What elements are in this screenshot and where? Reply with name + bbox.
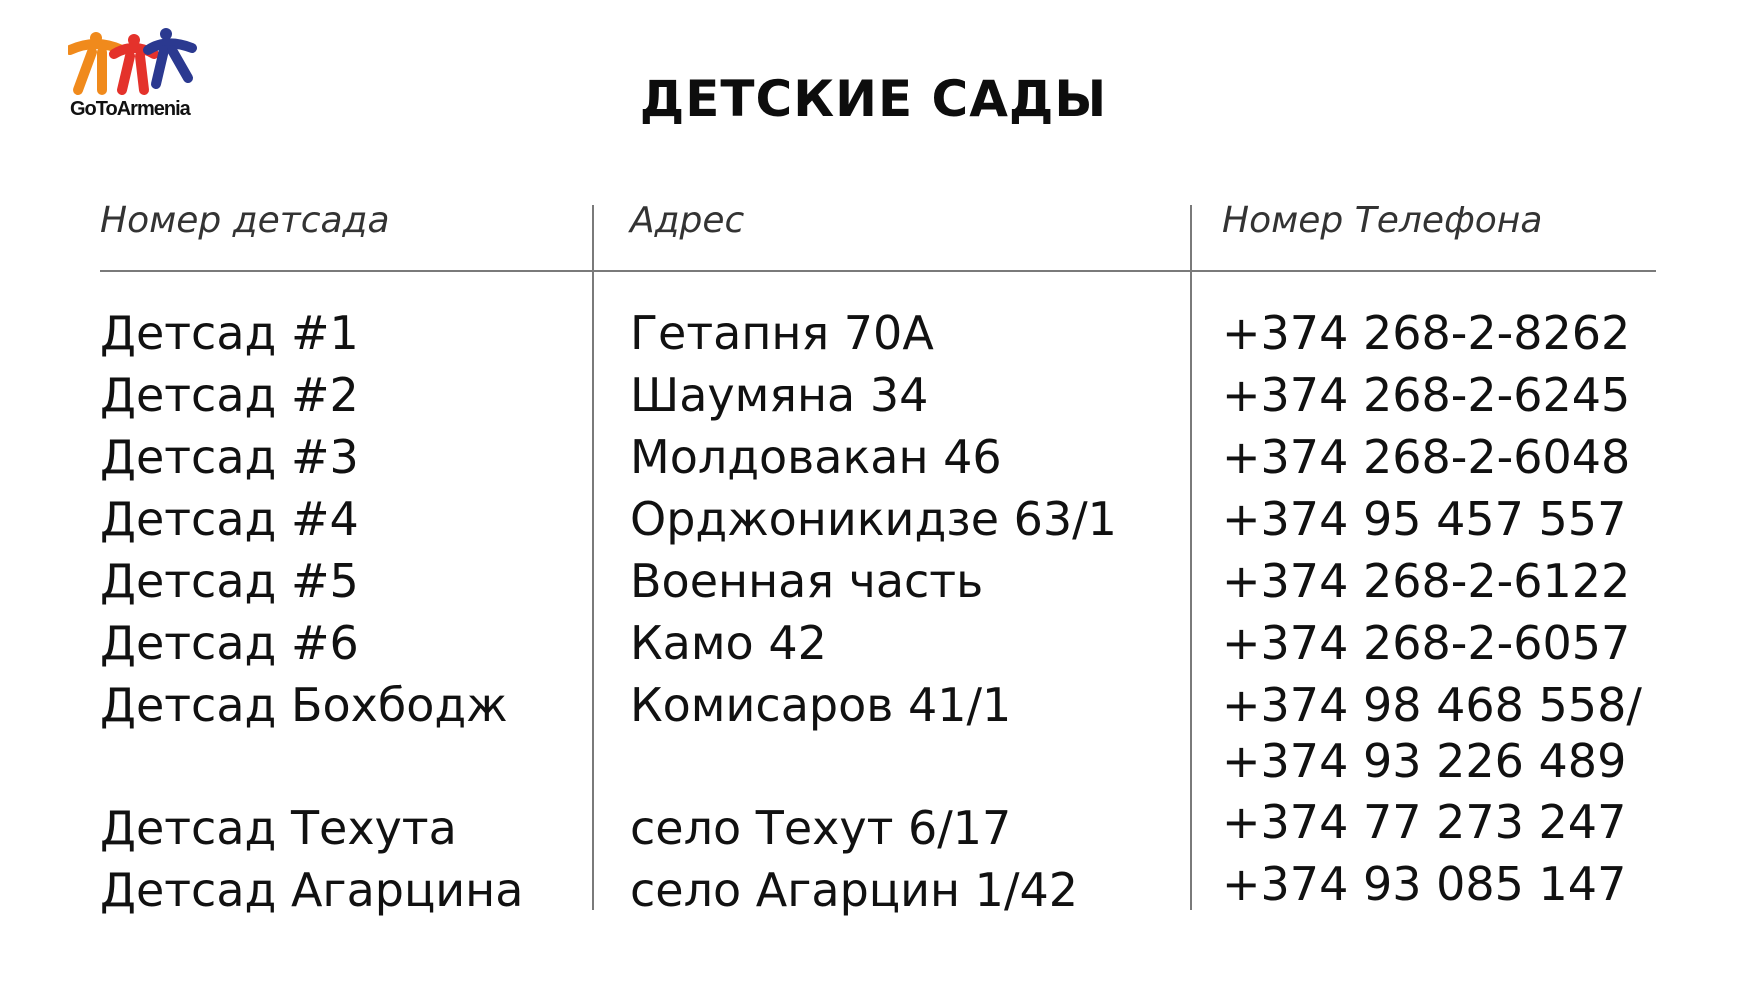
table-row-name: Детсад #5 [100, 554, 359, 608]
header-divider [100, 270, 1656, 272]
table-row-name: Детсад #4 [100, 492, 359, 546]
table-row-phone-secondary: +374 93 226 489 [1222, 734, 1627, 788]
table-row-address: Комисаров 41/1 [630, 678, 1012, 732]
page-title: ДЕТСКИЕ САДЫ [639, 70, 1108, 128]
table-row-address: село Агарцин 1/42 [630, 863, 1078, 917]
table-row-address: Шаумяна 34 [630, 368, 929, 422]
table-row-phone: +374 268-2-8262 [1222, 306, 1631, 360]
table-row-name: Детсад #3 [100, 430, 359, 484]
column-header-phone: Номер Телефона [1222, 200, 1543, 241]
table-row-phone: +374 77 273 247 [1222, 795, 1627, 849]
column-divider-1 [592, 205, 594, 910]
table-row-name: Детсад Техута [100, 801, 457, 855]
table-row-name: Детсад #6 [100, 616, 359, 670]
column-header-address: Адрес [630, 200, 745, 241]
table-row-phone: +374 268-2-6245 [1222, 368, 1631, 422]
table-row-phone: +374 95 457 557 [1222, 492, 1627, 546]
table-row-name: Детсад #1 [100, 306, 359, 360]
column-divider-2 [1190, 205, 1192, 910]
table-row-phone: +374 93 085 147 [1222, 857, 1627, 911]
table-row-address: Орджоникидзе 63/1 [630, 492, 1117, 546]
table-row-phone: +374 268-2-6048 [1222, 430, 1631, 484]
table-row-name: Детсад Бохбодж [100, 678, 508, 732]
table-row-phone: +374 98 468 558/ [1222, 678, 1642, 732]
table-row-address: Гетапня 70А [630, 306, 934, 360]
table-row-address: Молдовакан 46 [630, 430, 1002, 484]
table-row-address: Военная часть [630, 554, 984, 608]
table-row-address: село Техут 6/17 [630, 801, 1012, 855]
table-row-name: Детсад Агарцина [100, 863, 524, 917]
table-row-address: Камо 42 [630, 616, 827, 670]
table-row-phone: +374 268-2-6122 [1222, 554, 1631, 608]
table-row-name: Детсад #2 [100, 368, 359, 422]
table-row-phone: +374 268-2-6057 [1222, 616, 1631, 670]
column-header-name: Номер детсада [100, 200, 390, 241]
